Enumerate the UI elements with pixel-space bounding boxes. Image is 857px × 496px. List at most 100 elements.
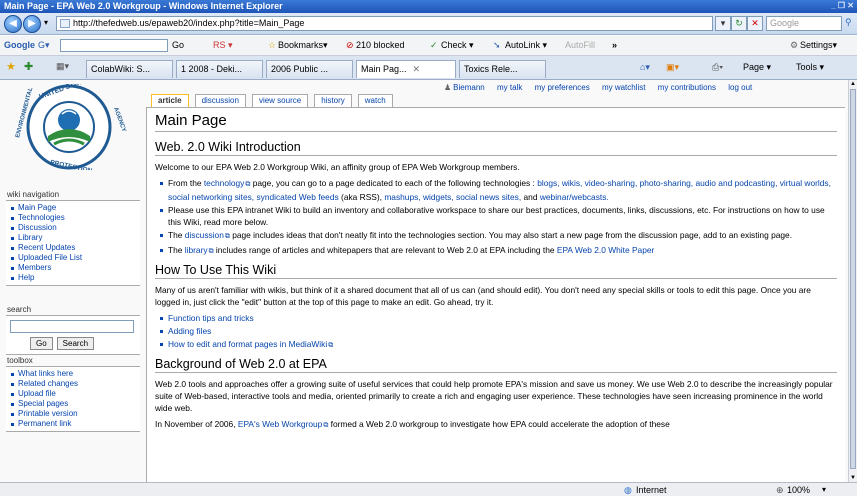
webinar-link[interactable]: webinar/webcasts. — [540, 192, 609, 202]
external-link-icon: ⧉ — [323, 422, 329, 429]
browser-tab-label: 1 2008 - Deki... — [181, 64, 243, 74]
browser-tab-label: 2006 Public ... — [271, 64, 329, 74]
tab-article[interactable]: article — [151, 94, 189, 107]
toolbox-special-pages[interactable]: Special pages — [10, 399, 136, 409]
zoom-level[interactable]: 100% — [787, 485, 810, 495]
portlet-title: search — [7, 305, 32, 314]
mediawiki-help-link[interactable]: How to edit and format pages in MediaWik… — [168, 339, 327, 349]
google-g-button[interactable]: G▾ — [38, 40, 50, 51]
function-tips-link[interactable]: Function tips and tricks — [168, 313, 254, 323]
web-workgroup-link[interactable]: EPA's Web Workgroup — [238, 419, 322, 429]
browser-tab[interactable]: 2006 Public ... — [266, 60, 353, 78]
sidebar-item-help[interactable]: Help — [10, 273, 136, 283]
tools-menu[interactable]: Tools ▾ — [796, 62, 824, 73]
history-dropdown-icon[interactable]: ▾ — [44, 18, 48, 27]
scroll-down-icon[interactable]: ▼ — [849, 474, 857, 482]
window-controls[interactable]: _ ❐ ✕ — [831, 1, 854, 10]
user-page-link[interactable]: Biemann — [453, 83, 485, 92]
wiki-search-input[interactable] — [10, 320, 134, 333]
tab-view-source[interactable]: view source — [251, 94, 309, 107]
my-talk-link[interactable]: my talk — [497, 83, 522, 92]
epa-seal-logo[interactable]: UNITED STATES ENVIRONMENTAL PROTECTION A… — [10, 84, 128, 170]
sidebar-item-discussion[interactable]: Discussion — [10, 223, 136, 233]
favorites-star-icon[interactable]: ★ — [6, 60, 16, 73]
external-link-icon: ⧉ — [328, 342, 334, 349]
zoom-icon: ⊕ — [776, 485, 784, 495]
more-technologies-links[interactable]: mashups, widgets, social news sites, — [384, 192, 521, 202]
sidebar-item-library[interactable]: Library — [10, 233, 136, 243]
autofill-button[interactable]: AutoFill — [565, 40, 595, 50]
settings-button[interactable]: Settings▾ — [800, 40, 837, 51]
browser-tab-active[interactable]: Main Pag... ✕ — [356, 60, 456, 78]
search-icon[interactable]: ⚲ — [845, 17, 852, 28]
autolink-button[interactable]: AutoLink ▾ — [505, 40, 547, 51]
toolbox-printable-version[interactable]: Printable version — [10, 409, 136, 419]
sidebar-item-recent-updates[interactable]: Recent Updates — [10, 243, 136, 253]
stop-icon[interactable]: ✕ — [747, 16, 763, 31]
quick-tabs-icon[interactable]: ▦▾ — [56, 61, 69, 72]
tab-history[interactable]: history — [314, 94, 352, 107]
list-item: From the technology⧉ page, you can go to… — [159, 177, 837, 203]
intro-list: From the technology⧉ page, you can go to… — [159, 177, 837, 258]
sidebar-item-main-page[interactable]: Main Page — [10, 203, 136, 213]
personal-tools: ♟ Biemann my talk my preferences my watch… — [444, 83, 762, 92]
sidebar-item-members[interactable]: Members — [10, 263, 136, 273]
my-preferences-link[interactable]: my preferences — [535, 83, 590, 92]
tab-discussion[interactable]: discussion — [194, 94, 246, 107]
browser-tab[interactable]: 1 2008 - Deki... — [176, 60, 263, 78]
toolbar-overflow-button[interactable]: » — [612, 40, 617, 50]
page-favicon-icon — [60, 19, 70, 28]
page-menu[interactable]: Page ▾ — [743, 62, 771, 73]
google-search-field[interactable]: Google — [766, 16, 842, 31]
scrollbar-thumb[interactable] — [850, 89, 856, 469]
background-text: Web 2.0 tools and approaches offer a gro… — [155, 379, 833, 413]
bookmarks-button[interactable]: Bookmarks▾ — [278, 40, 328, 51]
adding-files-link[interactable]: Adding files — [168, 326, 211, 336]
log-out-link[interactable]: log out — [728, 83, 752, 92]
feeds-icon[interactable]: ▣▾ — [666, 62, 679, 73]
check-button[interactable]: Check ▾ — [441, 40, 474, 51]
sidebar-item-technologies[interactable]: Technologies — [10, 213, 136, 223]
vertical-scrollbar[interactable]: ▲ ▼ — [848, 80, 857, 482]
close-tab-icon[interactable]: ✕ — [413, 64, 421, 74]
list-item: Please use this EPA intranet Wiki to bui… — [159, 204, 837, 228]
add-favorites-icon[interactable]: ✚ — [24, 60, 33, 73]
sidebar-item-uploaded-file-list[interactable]: Uploaded File List — [10, 253, 136, 263]
address-bar[interactable]: http://thefedweb.us/epaweb20/index.php?t… — [56, 16, 713, 31]
google-toolbar-search-input[interactable] — [60, 39, 168, 52]
text: The — [168, 245, 183, 255]
browser-tab[interactable]: ColabWiki: S... — [86, 60, 173, 78]
scroll-up-icon[interactable]: ▲ — [849, 80, 857, 88]
tab-watch[interactable]: watch — [357, 94, 393, 107]
home-icon[interactable]: ⌂▾ — [640, 62, 650, 73]
address-dropdown-icon[interactable]: ▾ — [715, 16, 731, 31]
bookmark-star-icon: ☆ — [268, 40, 277, 50]
toolbox-related-changes[interactable]: Related changes — [10, 379, 136, 389]
wiki-page: UNITED STATES ENVIRONMENTAL PROTECTION A… — [0, 80, 848, 482]
zoom-dropdown-icon[interactable]: ▾ — [822, 485, 826, 494]
section-heading-introduction: Web. 2.0 Wiki Introduction — [155, 140, 837, 156]
toolbox-what-links-here[interactable]: What links here — [10, 369, 136, 379]
refresh-icon[interactable]: ↻ — [731, 16, 747, 31]
go-button[interactable]: Go — [30, 337, 53, 350]
browser-tab[interactable]: Toxics Rele... — [459, 60, 546, 78]
print-icon[interactable]: ⎙▾ — [712, 62, 723, 73]
popup-blocked-button[interactable]: 210 blocked — [356, 40, 405, 50]
white-paper-link[interactable]: EPA Web 2.0 White Paper — [557, 245, 654, 255]
address-url: http://thefedweb.us/epaweb20/index.php?t… — [73, 18, 305, 28]
my-watchlist-link[interactable]: my watchlist — [602, 83, 646, 92]
forward-arrow-icon[interactable]: ▶ — [23, 15, 41, 33]
background-text-cut: In November of 2006, EPA's Web Workgroup… — [155, 418, 837, 432]
discussion-link[interactable]: discussion — [185, 230, 224, 240]
google-go-button[interactable]: Go — [172, 40, 184, 50]
technology-link[interactable]: technology — [204, 178, 245, 188]
my-contributions-link[interactable]: my contributions — [658, 83, 716, 92]
user-icon: ♟ — [444, 83, 452, 92]
rs-button[interactable]: RS ▾ — [213, 40, 233, 51]
library-link[interactable]: library — [185, 245, 208, 255]
popup-blocked-icon: ⊘ — [346, 40, 354, 50]
back-arrow-icon[interactable]: ◀ — [4, 15, 22, 33]
toolbox-upload-file[interactable]: Upload file — [10, 389, 136, 399]
search-button[interactable]: Search — [56, 337, 95, 350]
toolbox-permanent-link[interactable]: Permanent link — [10, 419, 136, 429]
